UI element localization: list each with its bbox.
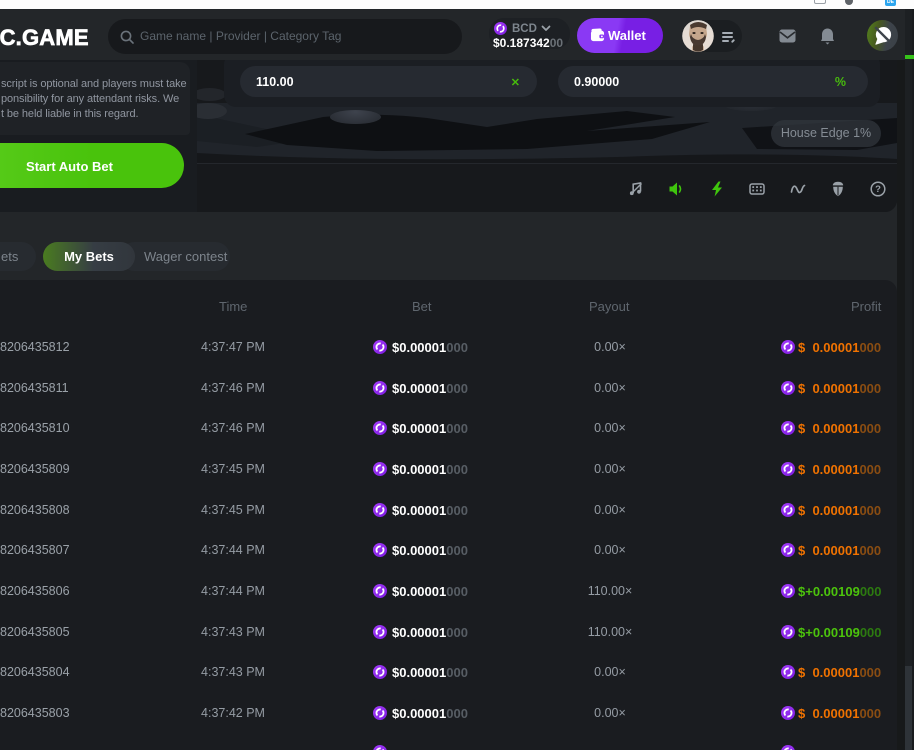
svg-text:?: ? (875, 184, 881, 195)
